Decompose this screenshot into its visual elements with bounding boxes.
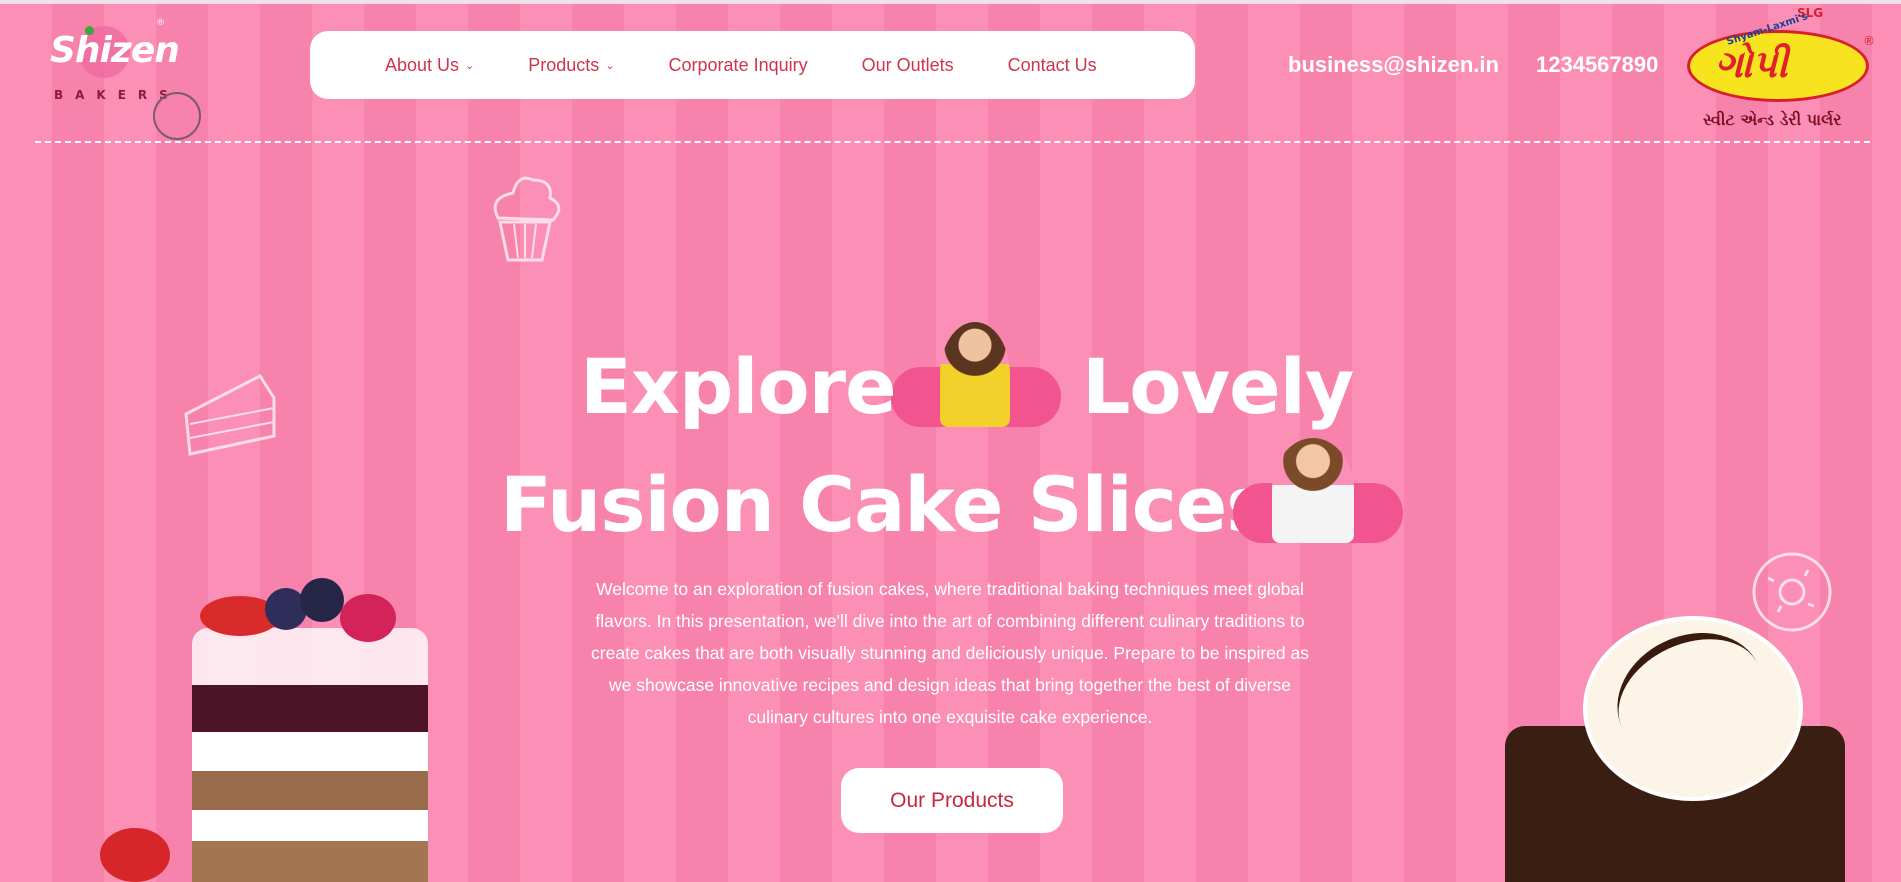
our-products-button[interactable]: Our Products (841, 768, 1063, 833)
hero-title-word-lovely: Lovely (1082, 342, 1354, 431)
logo-registered-mark: ® (156, 18, 165, 28)
hero-girl-image (940, 322, 1010, 427)
nav-label: Corporate Inquiry (668, 54, 808, 75)
hero-description: Welcome to an exploration of fusion cake… (591, 579, 1309, 727)
contact-email-link[interactable]: business@shizen.in (1288, 52, 1499, 78)
nav-our-outlets[interactable]: Our Outlets (862, 55, 954, 76)
partner-logo-word: ગોપી (1715, 42, 1788, 86)
nav-products[interactable]: Products ⌄ (528, 55, 614, 76)
shizen-logo[interactable]: Shizen ® BAKERS (48, 18, 180, 118)
hero-title-word-explore: Explore (580, 342, 897, 431)
nav-label: About Us (385, 54, 460, 75)
nav-label: Our Outlets (861, 54, 954, 75)
header-divider (35, 141, 1870, 143)
cupcake-icon (493, 176, 561, 262)
hero-boy-image (1272, 438, 1354, 543)
parfait-glass (192, 628, 428, 882)
nav-label: Products (528, 54, 600, 75)
logo-text: Shizen (50, 30, 180, 71)
nav-contact-us[interactable]: Contact Us (1008, 55, 1097, 76)
nav-about-us[interactable]: About Us ⌄ (385, 55, 474, 76)
partner-logo[interactable]: SLG Shyam-Laxmi's ગોપી ® સ્વીટ એન્ડ ડેરી… (1685, 6, 1875, 131)
chevron-down-icon: ⌄ (605, 59, 615, 72)
chevron-down-icon: ⌄ (465, 59, 475, 72)
strawberry (100, 828, 170, 882)
nav-label: Contact Us (1007, 54, 1097, 75)
hero-title-line2: Fusion Cake Slices (500, 460, 1272, 549)
icecream-brownie-image (1475, 606, 1845, 882)
parfait-image (100, 578, 450, 882)
partner-logo-registered-mark: ® (1863, 34, 1875, 48)
cursor-ring (153, 92, 201, 140)
nav-corporate-inquiry[interactable]: Corporate Inquiry (669, 55, 808, 76)
cake-slice-icon (184, 374, 276, 456)
partner-logo-subtitle: સ્વીટ એન્ડ ડેરી પાર્લર (1703, 110, 1842, 129)
blueberry (300, 578, 344, 622)
contact-phone-link[interactable]: 1234567890 (1536, 52, 1658, 78)
raspberry (340, 594, 396, 642)
main-nav: About Us ⌄ Products ⌄ Corporate Inquiry … (310, 31, 1195, 99)
top-border (0, 0, 1901, 4)
